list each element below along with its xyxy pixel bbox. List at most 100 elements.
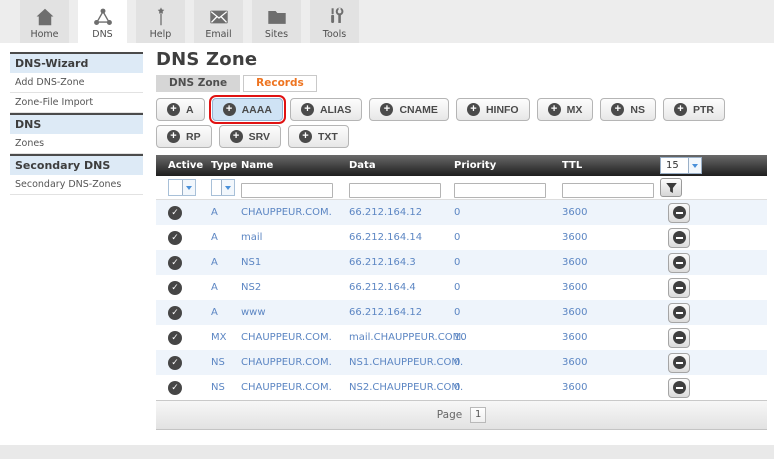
add-alias-record-button[interactable]: + ALIAS [289, 98, 363, 121]
active-check-icon[interactable]: ✓ [168, 255, 182, 270]
minus-icon [672, 256, 686, 269]
column-header-name: Name [241, 160, 274, 171]
record-data: NS1.CHAUPPEUR.COM. [349, 357, 464, 368]
active-filter-dropdown[interactable] [168, 179, 196, 196]
add-srv-record-button[interactable]: + SRV [218, 125, 281, 148]
active-check-icon[interactable]: ✓ [168, 305, 182, 320]
funnel-icon [665, 182, 678, 194]
apply-filter-button[interactable] [660, 178, 682, 197]
record-ttl: 3600 [562, 382, 588, 393]
sidebar-section-header: Secondary DNS [10, 154, 143, 175]
table-footer: Page 1 [156, 400, 767, 430]
plus-icon: + [673, 103, 687, 116]
delete-record-button[interactable] [668, 277, 690, 298]
table-row: ✓ A mail 66.212.164.14 0 3600 [156, 225, 767, 250]
delete-record-button[interactable] [668, 252, 690, 273]
delete-record-button[interactable] [668, 377, 690, 398]
sidebar-section: DNS Zones [10, 113, 143, 154]
envelope-icon [208, 6, 230, 28]
add-mx-record-button[interactable]: + MX [536, 98, 594, 121]
delete-record-button[interactable] [668, 227, 690, 248]
name-filter-input[interactable] [241, 182, 333, 198]
record-ttl: 3600 [562, 357, 588, 368]
record-ttl: 3600 [562, 332, 588, 343]
minus-icon [672, 331, 686, 344]
add-txt-record-button[interactable]: + TXT [288, 125, 349, 148]
add-hinfo-record-button[interactable]: + HINFO [455, 98, 530, 121]
table-row: ✓ A www 66.212.164.12 0 3600 [156, 300, 767, 325]
record-priority: 0 [454, 307, 461, 318]
add-ns-record-button[interactable]: + NS [600, 98, 656, 121]
tab-records[interactable]: Records [243, 75, 317, 92]
table-row: ✓ A NS2 66.212.164.4 0 3600 [156, 275, 767, 300]
sidebar-section-header: DNS [10, 113, 143, 134]
sidebar-item-secondary-dns-zones[interactable]: Secondary DNS-Zones [10, 175, 143, 195]
active-check-icon[interactable]: ✓ [168, 380, 182, 395]
record-ttl: 3600 [562, 232, 588, 243]
record-type: A [211, 232, 218, 243]
active-check-icon[interactable]: ✓ [168, 330, 182, 345]
toolbar-item-email[interactable]: Email [194, 0, 243, 43]
tab-dns-zone[interactable]: DNS Zone [156, 75, 241, 92]
delete-record-button[interactable] [668, 202, 690, 223]
record-ttl: 3600 [562, 257, 588, 268]
home-icon [34, 6, 56, 28]
table-row: ✓ MX CHAUPPEUR.COM. mail.CHAUPPEUR.COM. … [156, 325, 767, 350]
add-aaaa-record-button[interactable]: + AAAA [208, 95, 286, 124]
toolbar-item-dns[interactable]: DNS [78, 0, 127, 43]
priority-filter-input[interactable] [454, 182, 546, 198]
sidebar-item-add-dns-zone[interactable]: Add DNS-Zone [10, 73, 143, 93]
active-check-icon[interactable]: ✓ [168, 355, 182, 370]
toolbar-item-home[interactable]: Home [20, 0, 69, 43]
add-cname-record-button[interactable]: + CNAME [369, 98, 449, 121]
toolbar-item-sites[interactable]: Sites [252, 0, 301, 43]
table-header-actions: 15 [654, 157, 767, 174]
record-ttl: 3600 [562, 282, 588, 293]
active-check-icon[interactable]: ✓ [168, 205, 182, 220]
column-header-active: Active [168, 160, 204, 171]
toolbar-item-label: Home [30, 29, 59, 40]
plus-icon: + [222, 103, 236, 116]
toolbar-item-label: Sites [264, 29, 289, 40]
record-priority: 0 [454, 357, 461, 368]
minus-icon [672, 281, 686, 294]
ttl-filter-input[interactable] [562, 182, 654, 198]
toolbar-item-label: Email [205, 29, 232, 40]
add-ptr-record-button[interactable]: + PTR [662, 98, 725, 121]
page-number-button[interactable]: 1 [470, 407, 487, 423]
table-filter-row [156, 176, 767, 200]
page-size-dropdown[interactable]: 15 [660, 157, 702, 174]
type-filter-dropdown[interactable] [211, 179, 235, 196]
sidebar-item-zone-file-import[interactable]: Zone-File Import [10, 93, 143, 113]
record-name: mail [241, 232, 263, 243]
toolbar-item-help[interactable]: Help [136, 0, 185, 43]
page-size-value: 15 [666, 160, 679, 171]
delete-record-button[interactable] [668, 352, 690, 373]
table-row: ✓ NS CHAUPPEUR.COM. NS1.CHAUPPEUR.COM. 0… [156, 350, 767, 375]
add-a-record-button[interactable]: + A [156, 98, 205, 121]
sidebar-item-zones[interactable]: Zones [10, 134, 143, 154]
table-row: ✓ A NS1 66.212.164.3 0 3600 [156, 250, 767, 275]
bottom-page-bar [0, 445, 774, 459]
record-name: CHAUPPEUR.COM. [241, 207, 332, 218]
page-label: Page [436, 409, 463, 421]
sidebar-section-items: Secondary DNS-Zones [10, 175, 143, 195]
toolbar-item-tools[interactable]: Tools [310, 0, 359, 43]
data-filter-input[interactable] [349, 182, 441, 198]
add-rp-record-button[interactable]: + RP [156, 125, 212, 148]
record-priority: 0 [454, 207, 461, 218]
record-type: A [211, 282, 218, 293]
record-type: A [211, 307, 218, 318]
record-type: MX [211, 332, 227, 343]
active-check-icon[interactable]: ✓ [168, 230, 182, 245]
plus-icon: + [299, 130, 312, 143]
delete-record-button[interactable] [668, 302, 690, 323]
chevron-down-icon [688, 158, 701, 173]
delete-record-button[interactable] [668, 327, 690, 348]
tab-bar: DNS Zone Records [156, 75, 771, 92]
active-check-icon[interactable]: ✓ [168, 280, 182, 295]
toolbar-item-label: Help [149, 29, 172, 40]
top-toolbar: Home DNS Help Email Sites Tools [0, 0, 774, 43]
record-name: www [241, 307, 266, 318]
records-table: Active Type Name Data Priority TTL 15 ✓ … [156, 155, 767, 430]
